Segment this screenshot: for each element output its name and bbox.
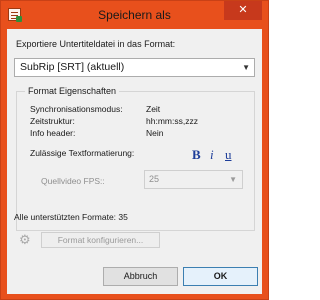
underline-format-icon: u	[225, 147, 232, 162]
italic-format-icon: i	[210, 147, 214, 162]
cancel-button[interactable]: Abbruch	[103, 267, 178, 286]
fps-dropdown-value: 25	[149, 174, 160, 184]
export-format-label: Exportiere Untertiteldatei in das Format…	[16, 39, 176, 49]
format-dropdown[interactable]: SubRip [SRT] (aktuell) ▼	[14, 58, 255, 77]
info-header-label: Info header:	[30, 128, 76, 138]
close-button[interactable]: ✕	[224, 1, 262, 20]
fps-dropdown[interactable]: 25 ▼	[144, 170, 243, 189]
fps-label: Quellvideo FPS::	[41, 176, 105, 186]
chevron-down-icon: ▼	[242, 63, 250, 72]
sync-mode-label: Synchronisationsmodus:	[30, 104, 123, 114]
chevron-down-icon: ▼	[229, 175, 237, 184]
sync-mode-value: Zeit	[146, 104, 161, 114]
dialog-client-area: Exportiere Untertiteldatei in das Format…	[7, 29, 262, 294]
all-formats-count: Alle unterstützten Formate: 35	[14, 212, 128, 222]
format-dropdown-value: SubRip [SRT] (aktuell)	[20, 61, 125, 73]
bold-format-icon: B	[192, 147, 201, 162]
time-structure-value: hh:mm:ss,zzz	[146, 116, 198, 126]
time-structure-label: Zeitstruktur:	[30, 116, 75, 126]
configure-format-button[interactable]: Format konfigurieren...	[41, 232, 160, 248]
title-bar[interactable]: Speichern als ✕	[1, 1, 268, 29]
gear-icon: ⚙	[19, 232, 31, 247]
ok-button[interactable]: OK	[183, 267, 258, 286]
save-as-dialog: Speichern als ✕ Exportiere Untertiteldat…	[0, 0, 269, 300]
info-header-value: Nein	[146, 128, 164, 138]
format-properties-title: Format Eigenschaften	[25, 86, 120, 96]
text-formatting-label: Zulässige Textformatierung:	[30, 148, 135, 158]
